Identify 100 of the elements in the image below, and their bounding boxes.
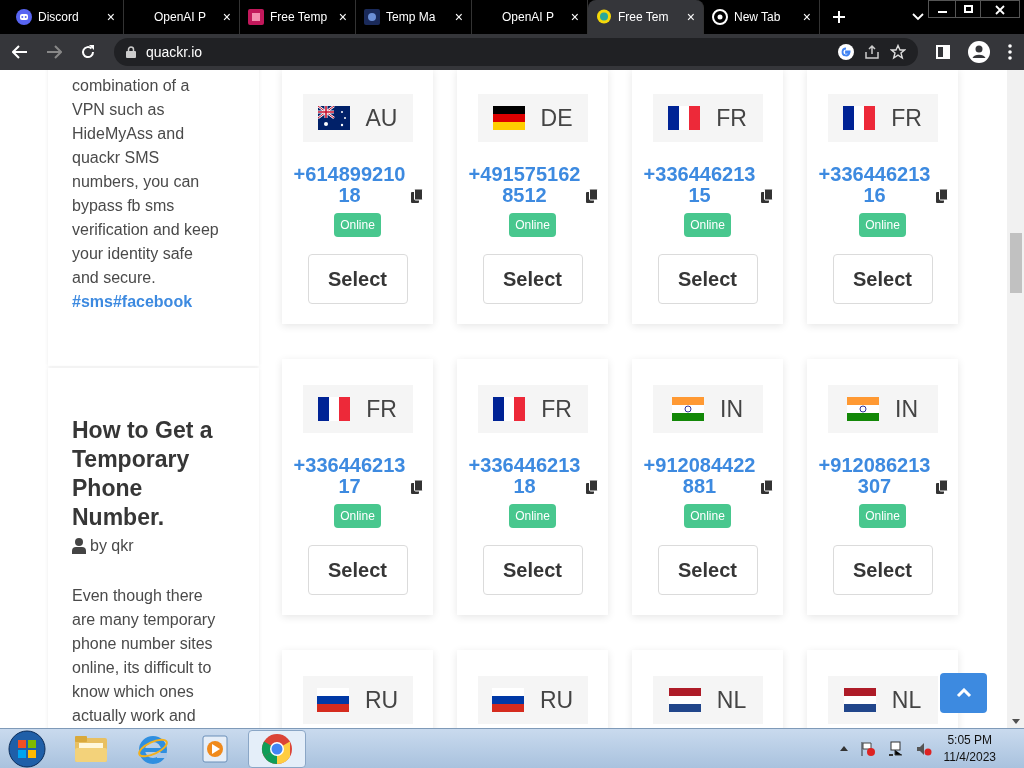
tab-close-button[interactable]: ×: [802, 10, 811, 24]
address-bar[interactable]: quackr.io: [114, 38, 918, 66]
scroll-down-icon[interactable]: [1011, 719, 1020, 724]
flag-icon: [493, 397, 526, 421]
phone-number[interactable]: +912086213307: [817, 455, 932, 497]
copy-icon[interactable]: [935, 189, 948, 203]
tab-close-button[interactable]: ×: [222, 10, 231, 24]
chevron-down-icon[interactable]: [912, 13, 924, 21]
country-code: FR: [891, 103, 922, 133]
flag-icon: [843, 688, 876, 712]
article-text: Even though there are many temporary phone number sites online, its difficult to know which ones actually work and: [72, 586, 217, 726]
chevron-up-icon: [955, 688, 972, 698]
share-icon[interactable]: [864, 44, 880, 60]
phone-number[interactable]: +33644621316: [817, 164, 932, 206]
tab-close-button[interactable]: ×: [454, 10, 463, 24]
tab-title: New Tab: [734, 9, 782, 26]
copy-icon[interactable]: [585, 480, 598, 494]
article-text: combination of a VPN such as HideMyAss and quackr SMS numbers, you can bypass fb sms verification and keep your identity safe and secure.: [72, 76, 220, 288]
select-button[interactable]: Select: [832, 254, 933, 304]
menu-icon[interactable]: [1008, 44, 1012, 60]
country-code: DE: [540, 103, 573, 133]
copy-icon[interactable]: [760, 189, 773, 203]
tray-arrow-icon[interactable]: [839, 746, 848, 751]
status-badge: Online: [684, 213, 731, 237]
status-badge: Online: [859, 213, 906, 237]
back-icon[interactable]: [12, 45, 28, 59]
flag-icon: [847, 397, 879, 421]
copy-icon[interactable]: [760, 480, 773, 494]
flag-icon: [492, 106, 525, 130]
phone-number[interactable]: +61489921018: [292, 164, 407, 206]
status-badge: Online: [334, 213, 381, 237]
page-icon: [364, 9, 380, 25]
flag-icon: [491, 688, 524, 712]
flag-icon: [316, 688, 349, 712]
flag-icon: [668, 106, 701, 130]
tab-close-button[interactable]: ×: [106, 10, 115, 24]
forward-icon[interactable]: [46, 45, 62, 59]
network-icon[interactable]: [887, 740, 904, 757]
phone-number[interactable]: +4915751628512: [467, 164, 582, 206]
status-badge: Online: [859, 504, 906, 528]
select-button[interactable]: Select: [657, 254, 758, 304]
scrollbar-thumb[interactable]: [1009, 233, 1022, 293]
tab-close-button[interactable]: ×: [570, 10, 579, 24]
tab-title: OpenAI P: [154, 9, 208, 26]
flag-icon: [672, 397, 704, 421]
select-button[interactable]: Select: [307, 254, 408, 304]
user-icon: [72, 538, 86, 554]
close-icon[interactable]: [995, 5, 1005, 15]
browser-tab[interactable]: Free Tem ×: [588, 0, 704, 34]
google-icon[interactable]: [838, 44, 854, 60]
game-controller-icon: [16, 9, 32, 25]
tab-title: OpenAI P: [502, 9, 556, 26]
country-code: FR: [541, 394, 572, 424]
tag-link[interactable]: #sms#facebook: [72, 293, 193, 310]
status-badge: Online: [334, 504, 381, 528]
country-code: RU: [364, 685, 399, 715]
select-button[interactable]: Select: [307, 545, 408, 595]
scroll-to-top-button[interactable]: [940, 673, 987, 713]
scrollbar[interactable]: [1007, 70, 1024, 728]
phone-number[interactable]: +33644621317: [292, 455, 407, 497]
taskbar-button[interactable]: [248, 729, 306, 768]
copy-icon[interactable]: [935, 480, 948, 494]
country-code: RU: [539, 685, 574, 715]
phone-number[interactable]: +912084422881: [642, 455, 757, 497]
reload-icon[interactable]: [80, 44, 96, 60]
country-code: IN: [895, 394, 918, 424]
country-code: NL: [716, 685, 747, 715]
flag-icon[interactable]: [859, 740, 876, 757]
status-badge: Online: [509, 213, 556, 237]
chrome-icon[interactable]: [261, 732, 293, 765]
country-code: FR: [366, 394, 397, 424]
clock-date: 11/4/2023: [943, 748, 996, 766]
phone-number[interactable]: +33644621318: [467, 455, 582, 497]
country-code: FR: [716, 103, 747, 133]
tab-title: Temp Ma: [386, 9, 437, 26]
star-icon[interactable]: [890, 44, 906, 60]
flag-icon: [843, 106, 876, 130]
flag-icon: [318, 397, 351, 421]
select-button[interactable]: Select: [482, 254, 583, 304]
country-code: NL: [891, 685, 922, 715]
url-text: quackr.io: [146, 42, 204, 62]
copy-icon[interactable]: [585, 189, 598, 203]
tab-title: Discord: [38, 9, 80, 26]
copy-icon[interactable]: [410, 189, 423, 203]
profile-icon[interactable]: [968, 41, 990, 63]
tab-close-button[interactable]: ×: [338, 10, 347, 24]
phone-number[interactable]: +33644621315: [642, 164, 757, 206]
select-button[interactable]: Select: [832, 545, 933, 595]
side-panel-icon[interactable]: [936, 45, 950, 59]
tab-close-button[interactable]: ×: [686, 10, 695, 24]
country-code: IN: [720, 394, 743, 424]
restore-icon[interactable]: [955, 1, 981, 17]
select-button[interactable]: Select: [657, 545, 758, 595]
author-text: by qkr: [90, 536, 134, 556]
select-button[interactable]: Select: [482, 545, 583, 595]
start-icon[interactable]: [8, 729, 46, 768]
lock-icon: [126, 46, 136, 58]
plus-icon[interactable]: [832, 10, 846, 24]
country-code: AU: [365, 103, 398, 133]
copy-icon[interactable]: [410, 480, 423, 494]
